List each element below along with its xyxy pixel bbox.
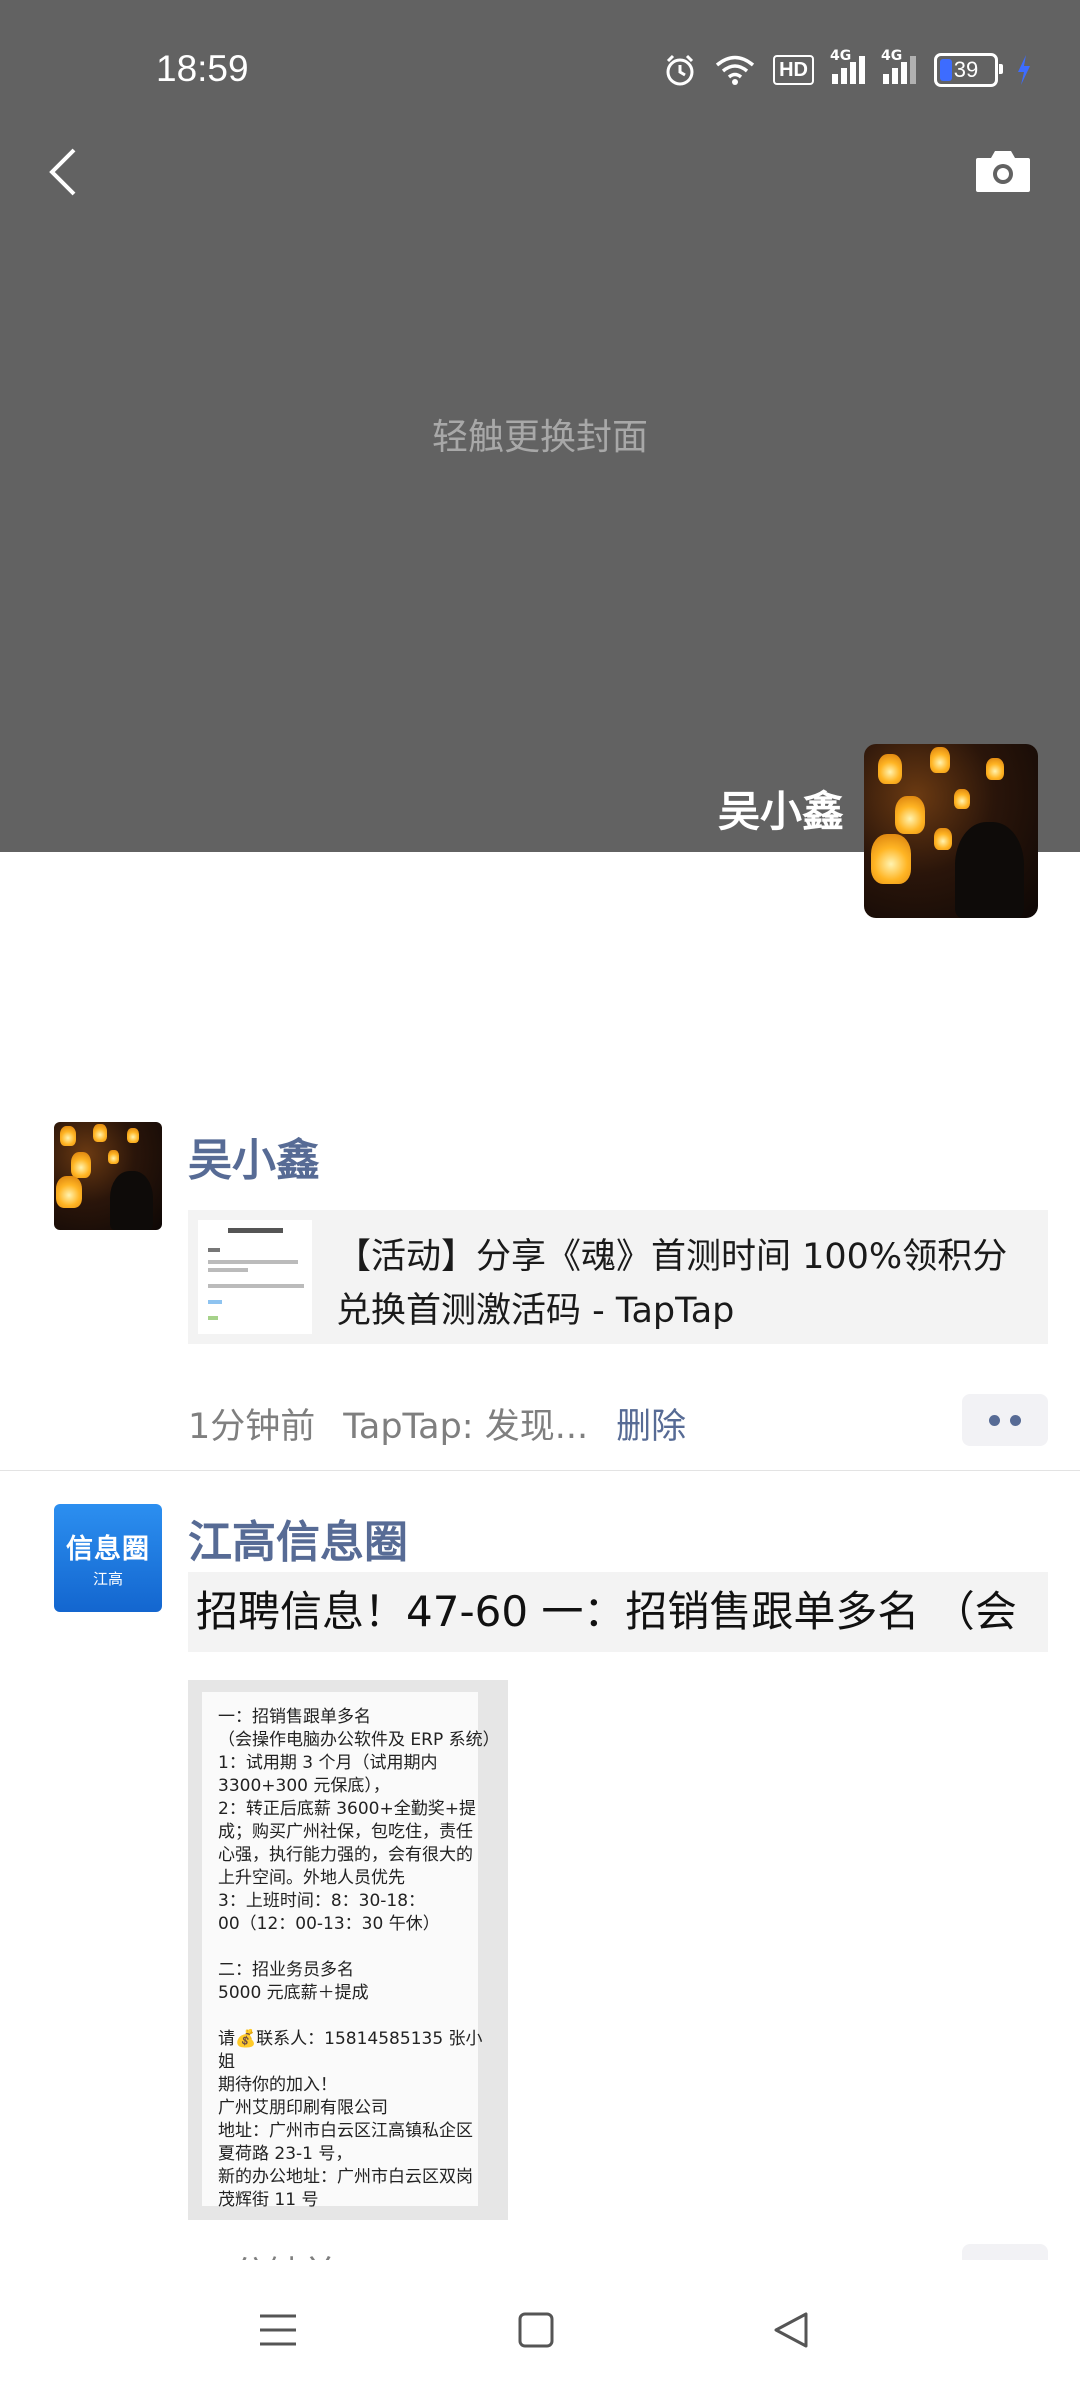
- post-image-line: 姐: [218, 2052, 235, 2072]
- post-image-line: 1：试用期 3 个月（试用期内: [218, 1753, 438, 1773]
- hd-icon: HD: [773, 55, 814, 85]
- post-image-line: [218, 1936, 478, 1959]
- back-button[interactable]: [34, 142, 94, 202]
- post-username[interactable]: 吴小鑫: [188, 1124, 320, 1188]
- menu-button[interactable]: [238, 2290, 318, 2370]
- post-image-line: 地址：广州市白云区江高镇私企区: [218, 2121, 473, 2141]
- home-square-icon: [518, 2312, 554, 2348]
- post-image-line: 广州艾朋印刷有限公司: [218, 2098, 388, 2118]
- network-type-2: 4G: [881, 48, 903, 64]
- post-text[interactable]: 招聘信息！47-60 一：招销售跟单多名 （会: [188, 1572, 1048, 1652]
- post-image-content: 一：招销售跟单多名 （会操作电脑办公软件及 ERP 系统） 1：试用期 3 个月（试…: [202, 1692, 500, 2210]
- post-image-line: 一：招销售跟单多名: [218, 1707, 371, 1727]
- owner-avatar[interactable]: [864, 744, 1038, 918]
- shared-link-title: 【活动】分享《魂》首测时间 100%领积分兑换首测激活码 - TapTap: [336, 1237, 1008, 1331]
- status-time: 18:59: [156, 48, 249, 89]
- owner-name: 吴小鑫: [717, 787, 844, 836]
- battery-level: 39: [953, 57, 979, 82]
- status-icons: HD 4G 4G 39: [663, 48, 1032, 90]
- alarm-icon: [666, 54, 694, 86]
- post-image-line: 夏荷路 23-1 号，: [218, 2144, 353, 2164]
- shared-link-thumbnail: [198, 1220, 312, 1334]
- post-image-line: 5000 元底薪＋提成: [218, 1983, 369, 2003]
- post-time: 1分钟前: [188, 1407, 316, 1447]
- avatar-subtext: 江高: [92, 1570, 123, 1588]
- post-image-line: 3：上班时间：8：30-18：: [218, 1891, 426, 1911]
- more-options-button[interactable]: [962, 1394, 1048, 1446]
- post-image-line: 心强，执行能力强的，会有很大的: [218, 1845, 473, 1865]
- post-image-line: 新的办公地址：广州市白云区双岗: [218, 2167, 473, 2187]
- wifi-icon: [715, 55, 755, 85]
- shared-link-card[interactable]: 【活动】分享《魂》首测时间 100%领积分兑换首测激活码 - TapTap: [188, 1210, 1048, 1344]
- post-image-line: 3300+300 元保底），: [218, 1776, 390, 1796]
- post-image-line: 00（12：00-13：30 午休）: [218, 1914, 440, 1934]
- post-meta: 1分钟前 TapTap: 发现... 删除: [188, 1398, 686, 1449]
- post-image-line: 请💰联系人：15814585135 张小: [218, 2029, 483, 2049]
- back-nav-button[interactable]: [752, 2290, 832, 2370]
- delete-button[interactable]: 删除: [616, 1398, 686, 1449]
- avatar-text: 信息圈: [66, 1534, 150, 1565]
- post-image-line: 成；购买广州社保，包吃住，责任: [218, 1822, 473, 1842]
- post-image-line: [218, 2005, 478, 2028]
- back-triangle-icon: [774, 2312, 808, 2348]
- post-image-line: 期待你的加入！: [218, 2075, 337, 2095]
- battery-icon: 39: [934, 53, 1003, 87]
- camera-icon: [976, 151, 1030, 192]
- charging-icon: [1018, 55, 1030, 85]
- camera-button[interactable]: [974, 148, 1034, 196]
- network-type-1: 4G: [830, 48, 852, 64]
- post-text-content: 招聘信息！47-60 一：招销售跟单多名 （会: [196, 1587, 1017, 1636]
- post-image[interactable]: 一：招销售跟单多名 （会操作电脑办公软件及 ERP 系统） 1：试用期 3 个月（试…: [188, 1680, 508, 2220]
- home-button[interactable]: [496, 2290, 576, 2370]
- post-username[interactable]: 江高信息圈: [188, 1506, 408, 1570]
- post-image-line: （会操作电脑办公软件及 ERP 系统）: [218, 1730, 500, 1750]
- post-image-line: 2：转正后底薪 3600+全勤奖+提: [218, 1799, 476, 1819]
- cover-change-hint[interactable]: 轻触更换封面: [0, 408, 1080, 460]
- post-avatar[interactable]: 信息圈 江高: [54, 1504, 162, 1612]
- post-image-line: 茂辉街 11 号: [218, 2190, 319, 2210]
- post-image-line: 二：招业务员多名: [218, 1960, 354, 1980]
- post-image-line: 上升空间。外地人员优先: [218, 1868, 405, 1888]
- signal-icon: 4G: [881, 48, 916, 84]
- navigation-bar: [0, 2260, 1080, 2400]
- signal-icon: 4G: [830, 48, 865, 84]
- divider: [0, 1470, 1080, 1471]
- chevron-left-icon: [49, 148, 76, 196]
- menu-icon: [260, 2314, 296, 2346]
- post-source[interactable]: TapTap: 发现...: [343, 1398, 588, 1449]
- post-avatar[interactable]: [54, 1122, 162, 1230]
